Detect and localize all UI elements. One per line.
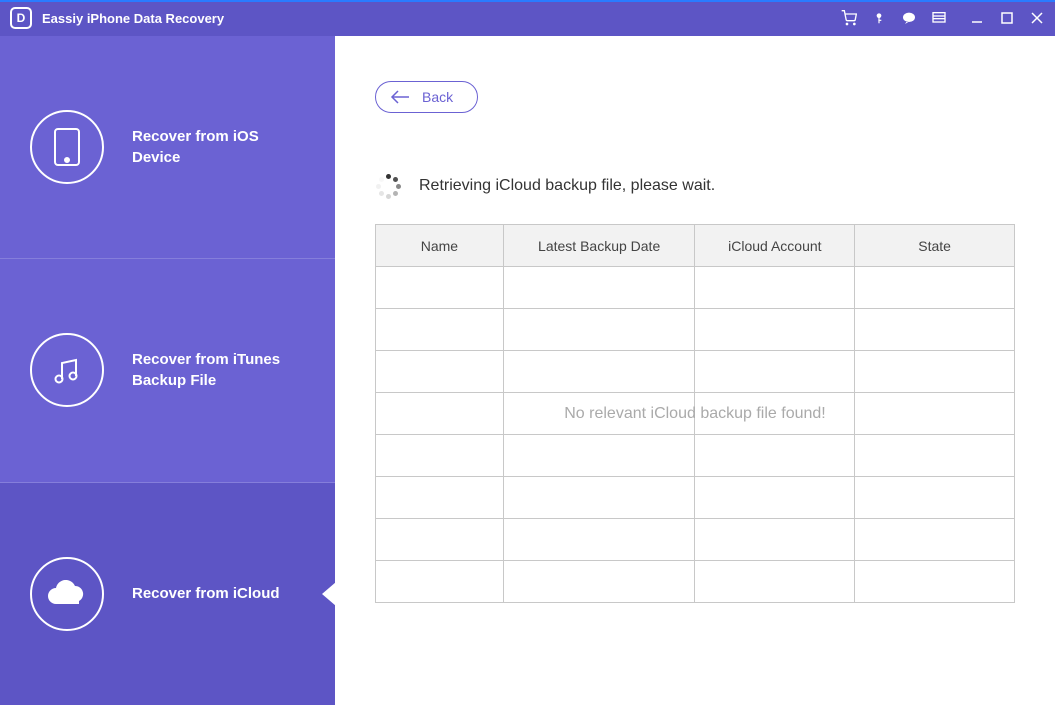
sidebar: Recover from iOS Device Recover from iTu… <box>0 36 335 705</box>
phone-icon <box>30 110 104 184</box>
sidebar-item-label: Recover from iOS Device <box>132 126 292 168</box>
maximize-icon[interactable] <box>999 10 1015 26</box>
back-button[interactable]: Back <box>375 81 478 113</box>
music-icon <box>30 333 104 407</box>
table-row <box>376 351 1015 393</box>
key-icon[interactable] <box>871 10 887 26</box>
table-row <box>376 267 1015 309</box>
backup-table: Name Latest Backup Date iCloud Account S… <box>375 224 1015 603</box>
table-header-date: Latest Backup Date <box>503 225 695 267</box>
minimize-icon[interactable] <box>969 10 985 26</box>
table-row <box>376 519 1015 561</box>
titlebar: D Eassiy iPhone Data Recovery <box>0 0 1055 36</box>
table-row <box>376 561 1015 603</box>
table-row <box>376 393 1015 435</box>
back-button-label: Back <box>422 89 453 105</box>
sidebar-item-ios-device[interactable]: Recover from iOS Device <box>0 36 335 259</box>
cloud-icon <box>30 557 104 631</box>
status-text: Retrieving iCloud backup file, please wa… <box>419 177 715 195</box>
menu-icon[interactable] <box>931 10 947 26</box>
table-row <box>376 309 1015 351</box>
table-row <box>376 435 1015 477</box>
table-header-account: iCloud Account <box>695 225 855 267</box>
sidebar-item-label: Recover from iTunes Backup File <box>132 349 292 391</box>
chat-icon[interactable] <box>901 10 917 26</box>
loading-spinner-icon <box>375 173 401 199</box>
table-header-name: Name <box>376 225 504 267</box>
main-content: Back Retrieving iCloud backup file, plea… <box>335 36 1055 705</box>
cart-icon[interactable] <box>841 10 857 26</box>
sidebar-item-itunes-backup[interactable]: Recover from iTunes Backup File <box>0 259 335 482</box>
table-header-state: State <box>855 225 1015 267</box>
app-title: Eassiy iPhone Data Recovery <box>42 11 224 26</box>
sidebar-item-label: Recover from iCloud <box>132 583 280 604</box>
sidebar-item-icloud[interactable]: Recover from iCloud <box>0 483 335 705</box>
table-row <box>376 477 1015 519</box>
app-logo-icon: D <box>10 7 32 29</box>
close-icon[interactable] <box>1029 10 1045 26</box>
